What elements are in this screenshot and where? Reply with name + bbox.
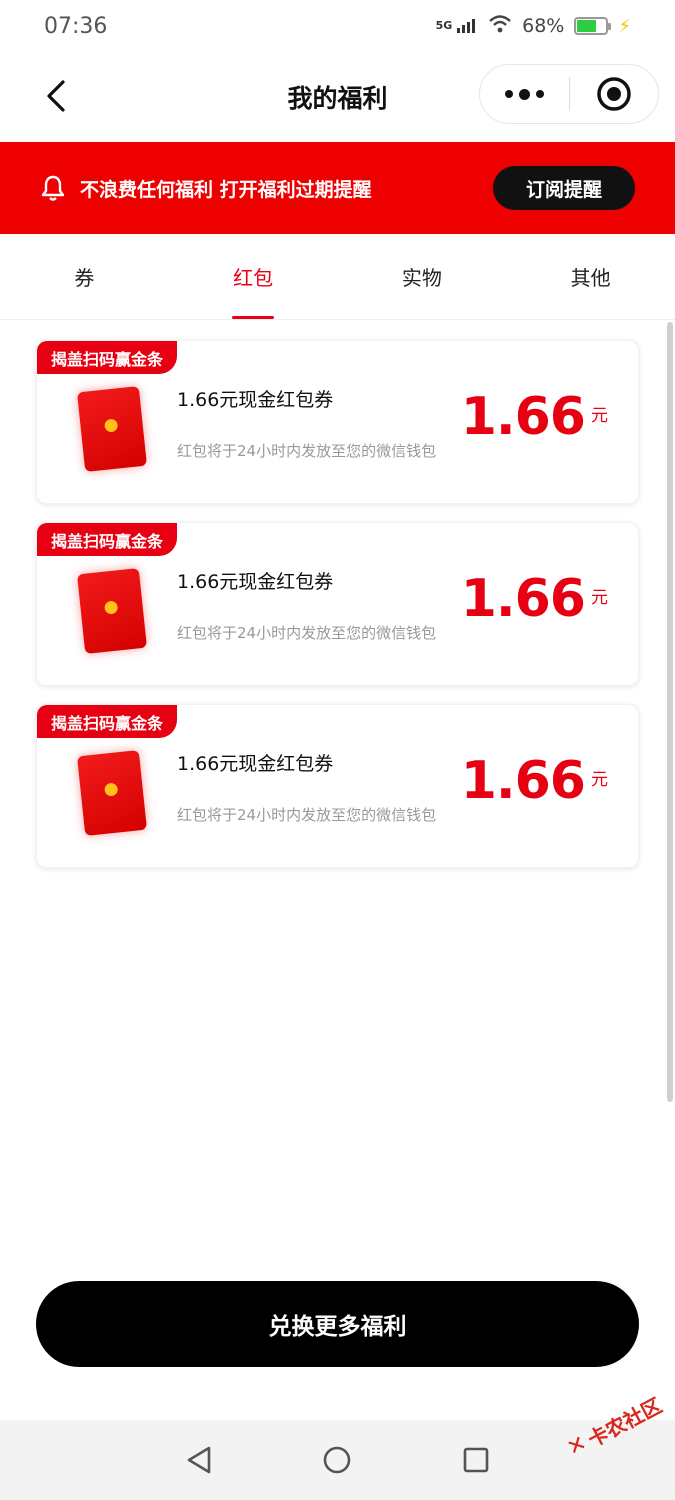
status-time: 07:36 xyxy=(44,13,108,39)
envelope-coin xyxy=(103,782,119,797)
status-icons: 5G 68% ⚡ xyxy=(436,14,631,38)
card-title: 1.66元现金红包券 xyxy=(177,571,334,593)
target-circle-icon xyxy=(597,77,631,111)
envelope-coin xyxy=(103,418,119,433)
system-home-button[interactable] xyxy=(317,1440,357,1480)
battery-icon xyxy=(574,17,612,35)
category-tabs: 券 红包 实物 其他 xyxy=(0,234,675,320)
red-packet-card[interactable]: 揭盖扫码赢金条 1.66元现金红包券 红包将于24小时内发放至您的微信钱包 1.… xyxy=(36,340,639,504)
system-back-button[interactable] xyxy=(179,1440,219,1480)
amount-unit: 元 xyxy=(591,770,608,790)
red-envelope-icon xyxy=(76,749,148,837)
bell-icon xyxy=(40,174,66,202)
amount-unit: 元 xyxy=(591,588,608,608)
subscribe-reminder-button[interactable]: 订阅提醒 xyxy=(493,166,635,210)
card-description: 红包将于24小时内发放至您的微信钱包 xyxy=(177,806,437,824)
card-description: 红包将于24小时内发放至您的微信钱包 xyxy=(177,624,437,642)
amount-unit: 元 xyxy=(591,406,608,426)
campaign-tag: 揭盖扫码赢金条 xyxy=(37,705,178,738)
status-bar: 07:36 5G 68% ⚡ xyxy=(0,0,675,52)
page-title: 我的福利 xyxy=(287,84,388,113)
circle-home-icon xyxy=(324,1446,351,1474)
more-dots-icon xyxy=(504,90,513,98)
network-type: 5G xyxy=(435,19,453,32)
close-mini-program-button[interactable] xyxy=(570,65,659,123)
tab-coupon[interactable]: 券 xyxy=(0,234,169,319)
more-button[interactable] xyxy=(480,65,569,123)
tab-physical[interactable]: 实物 xyxy=(338,234,507,319)
campaign-tag: 揭盖扫码赢金条 xyxy=(37,523,178,556)
card-title: 1.66元现金红包券 xyxy=(177,389,334,411)
scrollbar[interactable] xyxy=(667,322,673,1102)
red-envelope-icon xyxy=(76,385,148,473)
card-amount: 1.66 元 xyxy=(461,751,608,811)
card-amount: 1.66 元 xyxy=(461,387,608,447)
mini-program-capsule xyxy=(479,64,659,124)
campaign-tag: 揭盖扫码赢金条 xyxy=(37,341,178,374)
envelope-coin xyxy=(103,600,119,615)
wifi-icon xyxy=(488,14,512,38)
exchange-more-benefits-button[interactable]: 兑换更多福利 xyxy=(36,1281,639,1367)
more-dot-right xyxy=(535,90,544,98)
tab-red-packet[interactable]: 红包 xyxy=(169,234,338,319)
triangle-back-icon xyxy=(187,1446,211,1474)
tab-other[interactable]: 其他 xyxy=(506,234,675,319)
back-button[interactable] xyxy=(36,74,76,118)
banner-text: 不浪费任何福利 打开福利过期提醒 xyxy=(80,178,372,201)
system-recents-button[interactable] xyxy=(456,1440,496,1480)
battery-percent: 68% xyxy=(522,15,565,37)
amount-value: 1.66 xyxy=(460,569,586,629)
more-dot-center xyxy=(518,88,530,100)
card-description: 红包将于24小时内发放至您的微信钱包 xyxy=(177,442,437,460)
nav-bar: 我的福利 xyxy=(0,52,675,142)
signal-icon: 5G xyxy=(436,19,479,33)
square-recents-icon xyxy=(463,1447,489,1473)
red-packet-card[interactable]: 揭盖扫码赢金条 1.66元现金红包券 红包将于24小时内发放至您的微信钱包 1.… xyxy=(36,522,639,686)
expiry-reminder-banner: 不浪费任何福利 打开福利过期提醒 订阅提醒 xyxy=(0,142,675,234)
amount-value: 1.66 xyxy=(460,751,586,811)
red-packet-list: 揭盖扫码赢金条 1.66元现金红包券 红包将于24小时内发放至您的微信钱包 1.… xyxy=(36,340,639,886)
card-amount: 1.66 元 xyxy=(461,569,608,629)
charging-icon: ⚡ xyxy=(618,15,631,37)
amount-value: 1.66 xyxy=(460,387,586,447)
card-title: 1.66元现金红包券 xyxy=(177,753,334,775)
chevron-left-icon xyxy=(47,80,65,112)
red-packet-card[interactable]: 揭盖扫码赢金条 1.66元现金红包券 红包将于24小时内发放至您的微信钱包 1.… xyxy=(36,704,639,868)
red-envelope-icon xyxy=(76,567,148,655)
